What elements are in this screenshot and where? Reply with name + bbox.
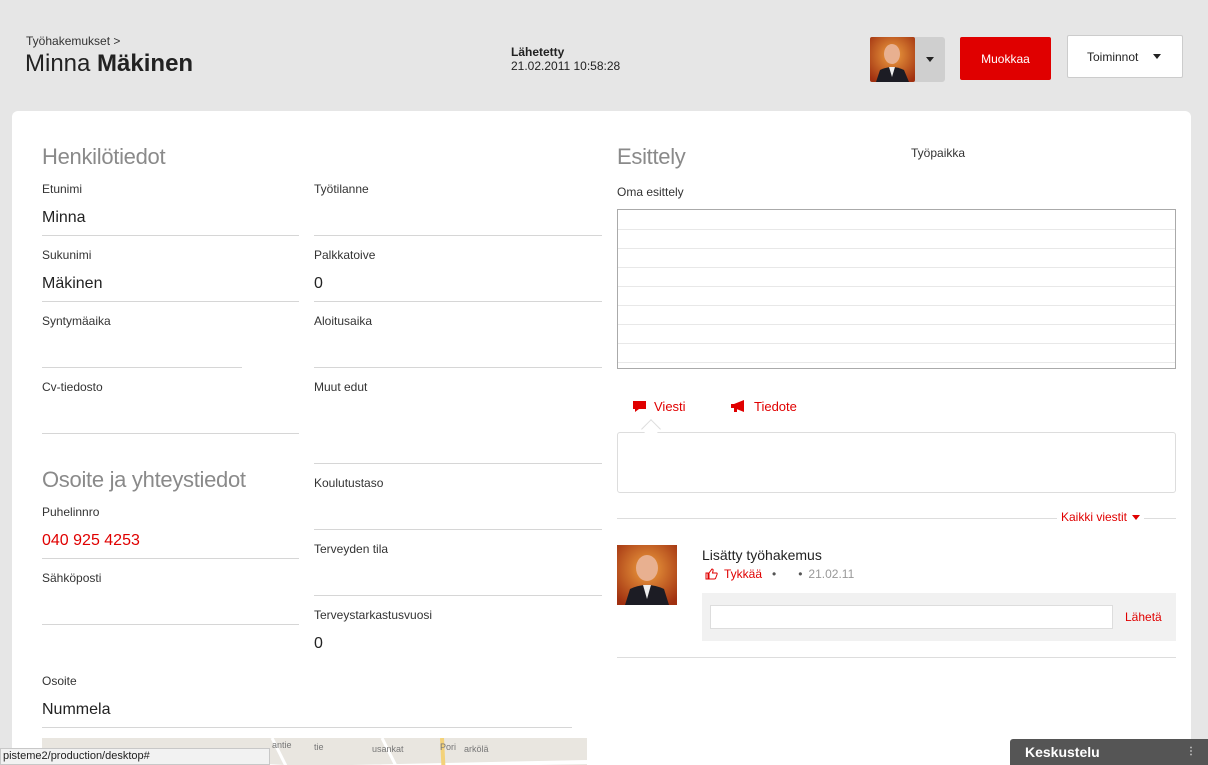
message-input[interactable] <box>617 432 1176 493</box>
avatar <box>617 545 677 605</box>
bullet: • <box>772 567 777 581</box>
divider <box>42 558 299 559</box>
benefits-label: Muut edut <box>314 380 368 394</box>
salary-label: Palkkatoive <box>314 248 376 262</box>
checkup-year-label: Terveystarkastusvuosi <box>314 608 433 622</box>
sent-label: Lähetetty <box>511 45 565 59</box>
last-name-value: Mäkinen <box>42 275 103 292</box>
divider <box>42 235 299 236</box>
education-label: Koulutustaso <box>314 476 384 490</box>
title-last-name: Mäkinen <box>97 50 194 77</box>
first-name-value: Minna <box>42 209 86 226</box>
salary-value: 0 <box>314 275 323 292</box>
map-label: tie <box>314 742 324 752</box>
more-icon[interactable]: ⋮ <box>1186 739 1196 765</box>
divider <box>314 367 602 368</box>
cv-file-label: Cv-tiedosto <box>42 380 103 394</box>
map-label: arkölä <box>464 744 489 754</box>
section-title-personal: Henkilötiedot <box>42 144 166 169</box>
speech-bubble-icon <box>633 401 646 412</box>
birth-date-label: Syntymäaika <box>42 314 111 328</box>
comment-input[interactable] <box>710 605 1113 629</box>
tab-notice-label: Tiedote <box>754 399 797 414</box>
own-intro-label: Oma esittely <box>617 185 684 199</box>
map-label: antie <box>272 740 292 750</box>
comment-area: Lähetä <box>702 593 1176 641</box>
tab-message-label: Viesti <box>654 399 686 414</box>
start-date-label: Aloitusaika <box>314 314 373 328</box>
tab-notice[interactable]: Tiedote <box>730 399 797 414</box>
divider <box>617 657 1176 658</box>
last-name-label: Sukunimi <box>42 248 92 262</box>
send-button[interactable]: Lähetä <box>1125 610 1162 624</box>
email-label: Sähköposti <box>42 571 102 585</box>
chevron-down-icon[interactable] <box>915 37 945 82</box>
actions-dropdown[interactable]: Toiminnot <box>1067 35 1183 78</box>
megaphone-icon <box>731 400 744 412</box>
like-link[interactable]: Tykkää <box>724 567 762 581</box>
own-intro-textarea[interactable] <box>617 209 1176 369</box>
divider <box>314 301 602 302</box>
title-first-name: Minna <box>25 50 91 77</box>
divider <box>314 595 602 596</box>
chat-label: Keskustelu <box>1025 744 1100 760</box>
chevron-down-icon <box>1153 54 1162 59</box>
status-bar-url: pisteme2/production/desktop# <box>0 748 270 765</box>
post-date: 21.02.11 <box>808 567 855 581</box>
map-label: Pori <box>440 742 456 752</box>
page-title: Minna Mäkinen <box>25 50 193 78</box>
workplace-label: Työpaikka <box>911 146 966 160</box>
divider <box>314 235 602 236</box>
tab-message[interactable]: Viesti <box>632 399 686 414</box>
bullet: • <box>798 567 803 581</box>
address-value: Nummela <box>42 701 111 718</box>
first-name-label: Etunimi <box>42 182 83 196</box>
section-title-contact: Osoite ja yhteystiedot <box>42 467 246 492</box>
breadcrumb[interactable]: Työhakemukset > <box>26 34 120 48</box>
divider <box>42 433 299 434</box>
phone-link[interactable]: 040 925 4253 <box>42 532 140 550</box>
health-label: Terveyden tila <box>314 542 389 556</box>
all-messages-label: Kaikki viestit <box>1061 510 1128 524</box>
thumbs-up-icon <box>705 568 718 580</box>
divider <box>42 624 299 625</box>
all-messages-dropdown[interactable]: Kaikki viestit <box>1057 510 1145 524</box>
profile-dropdown[interactable] <box>870 37 945 82</box>
chat-bar[interactable]: Keskustelu ⋮ <box>1010 739 1208 765</box>
feed-post-meta: Tykkää • • 21.02.11 <box>705 567 854 581</box>
checkup-year-value: 0 <box>314 635 323 652</box>
divider <box>42 301 299 302</box>
divider <box>314 529 602 530</box>
edit-button[interactable]: Muokkaa <box>960 37 1051 80</box>
section-title-intro: Esittely <box>617 144 686 169</box>
map-label: usankat <box>372 744 404 754</box>
actions-label: Toiminnot <box>1087 49 1139 64</box>
phone-label: Puhelinnro <box>42 505 100 519</box>
address-label: Osoite <box>42 674 77 688</box>
avatar <box>870 37 915 82</box>
work-status-label: Työtilanne <box>314 182 369 196</box>
chevron-down-icon <box>1132 514 1141 520</box>
divider <box>42 367 242 368</box>
sent-timestamp: 21.02.2011 10:58:28 <box>511 59 621 73</box>
divider <box>42 727 572 728</box>
feed-post-title: Lisätty työhakemus <box>702 547 822 563</box>
divider <box>314 463 602 464</box>
application-card: Henkilötiedot Etunimi Minna Sukunimi Mäk… <box>12 111 1191 765</box>
